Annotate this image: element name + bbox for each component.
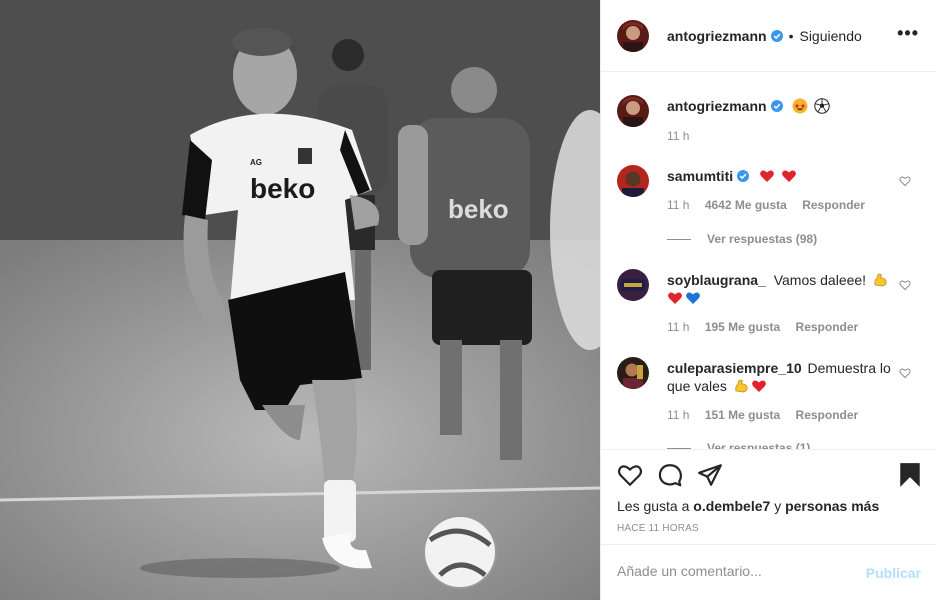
likes-prefix: Les gusta a — [617, 498, 690, 514]
commenter-avatar[interactable] — [617, 357, 649, 389]
like-heart-icon[interactable] — [617, 462, 643, 488]
red-heart-emoji — [782, 170, 796, 182]
comment-input[interactable] — [617, 563, 847, 579]
like-comment-heart-icon[interactable] — [899, 175, 911, 187]
likes-summary: Les gusta a o.dembele7 y personas más — [617, 498, 879, 514]
post-header: antogriezmann • Siguiendo ••• — [601, 0, 936, 72]
like-comment-heart-icon[interactable] — [899, 367, 911, 379]
instagram-post: beko beko AG antogriezmann • Siguiendo •… — [0, 0, 936, 600]
front-shirt-logo: beko — [250, 173, 315, 204]
header-separator: • — [788, 27, 794, 44]
caption-username[interactable]: antogriezmann — [667, 98, 767, 114]
view-replies-label[interactable]: Ver respuestas (98) — [707, 232, 817, 246]
post-actions: Les gusta a o.dembele7 y personas más HA… — [601, 449, 936, 544]
more-options-icon[interactable]: ••• — [897, 24, 919, 42]
reply-button[interactable]: Responder — [796, 320, 859, 334]
comment-likes[interactable]: 195 Me gusta — [705, 320, 780, 334]
comment-body: culeparasiempre_10 Demuestra lo que vale… — [667, 359, 891, 395]
follow-status-button[interactable]: Siguiendo — [799, 28, 861, 44]
comment-time[interactable]: 11 h — [667, 320, 689, 334]
view-replies-button[interactable]: Ver respuestas (1) — [667, 441, 810, 449]
caption-meta: 11 h — [667, 129, 701, 143]
replies-line — [667, 238, 691, 240]
reply-button[interactable]: Responder — [796, 408, 859, 422]
verified-badge-icon — [770, 29, 783, 42]
publish-button[interactable]: Publicar — [866, 565, 921, 581]
flexed-biceps-emoji — [735, 379, 748, 393]
comment-username[interactable]: soyblaugrana_ — [667, 272, 766, 288]
comment-likes[interactable]: 151 Me gusta — [705, 408, 780, 422]
comment-username[interactable]: culeparasiempre_10 — [667, 360, 802, 376]
comment-time[interactable]: 11 h — [667, 198, 689, 212]
star-struck-emoji — [792, 98, 808, 114]
post-photo[interactable]: beko beko AG — [0, 0, 600, 600]
comment-time[interactable]: 11 h — [667, 408, 689, 422]
flexed-biceps-emoji — [874, 273, 887, 287]
comment-meta: 11 h 151 Me gusta Responder — [667, 408, 870, 422]
comment-body: soyblaugrana_ Vamos daleee! — [667, 271, 891, 307]
caption-body: antogriezmann — [667, 97, 891, 115]
post-timestamp[interactable]: HACE 11 HORAS — [617, 523, 699, 534]
comment-form: Publicar — [601, 544, 936, 600]
football — [423, 515, 497, 589]
comment-bubble-icon[interactable] — [657, 462, 683, 488]
comment-meta: 11 h 195 Me gusta Responder — [667, 320, 870, 334]
share-paper-plane-icon[interactable] — [697, 462, 723, 488]
like-comment-heart-icon[interactable] — [899, 279, 911, 291]
red-heart-emoji — [760, 170, 774, 182]
caption-avatar[interactable] — [617, 95, 649, 127]
commenter-avatar[interactable] — [617, 269, 649, 301]
view-replies-label[interactable]: Ver respuestas (1) — [707, 441, 810, 449]
verified-badge-icon — [737, 170, 750, 182]
red-heart-emoji — [668, 292, 682, 304]
red-heart-emoji — [751, 380, 766, 392]
comment-item: soyblaugrana_ Vamos daleee! 11 h 195 Me … — [617, 269, 921, 341]
back-shirt-logo: beko — [448, 194, 509, 224]
comments-list[interactable]: antogriezmann 11 h samumtiti 11 h 4642 M… — [601, 73, 936, 449]
view-replies-button[interactable]: Ver respuestas (98) — [667, 232, 817, 246]
caption-time[interactable]: 11 h — [667, 129, 689, 143]
avatar[interactable] — [617, 19, 649, 52]
comment-item: culeparasiempre_10 Demuestra lo que vale… — [617, 357, 921, 449]
reply-button[interactable]: Responder — [802, 198, 865, 212]
bookmark-saved-icon[interactable] — [897, 462, 923, 488]
training-photo: beko beko AG — [0, 0, 600, 600]
commenter-avatar[interactable] — [617, 165, 649, 197]
soccer-ball-emoji — [814, 98, 831, 114]
shirt-initials: AG — [250, 158, 262, 167]
comment-text: Vamos daleee! — [773, 272, 867, 288]
comment-username[interactable]: samumtiti — [667, 168, 733, 184]
blue-heart-emoji — [686, 292, 700, 304]
caption: antogriezmann 11 h — [617, 95, 921, 145]
likes-middle: y — [774, 498, 782, 514]
verified-badge-icon — [770, 100, 783, 112]
likes-user-link[interactable]: o.dembele7 — [693, 498, 770, 514]
comment-likes[interactable]: 4642 Me gusta — [705, 198, 787, 212]
header-username[interactable]: antogriezmann — [667, 28, 767, 44]
comment-body: samumtiti — [667, 167, 891, 185]
likes-others-link[interactable]: personas más — [785, 498, 879, 514]
post-side-panel: antogriezmann • Siguiendo ••• antogriezm… — [600, 0, 936, 600]
comment-meta: 11 h 4642 Me gusta Responder — [667, 198, 877, 212]
